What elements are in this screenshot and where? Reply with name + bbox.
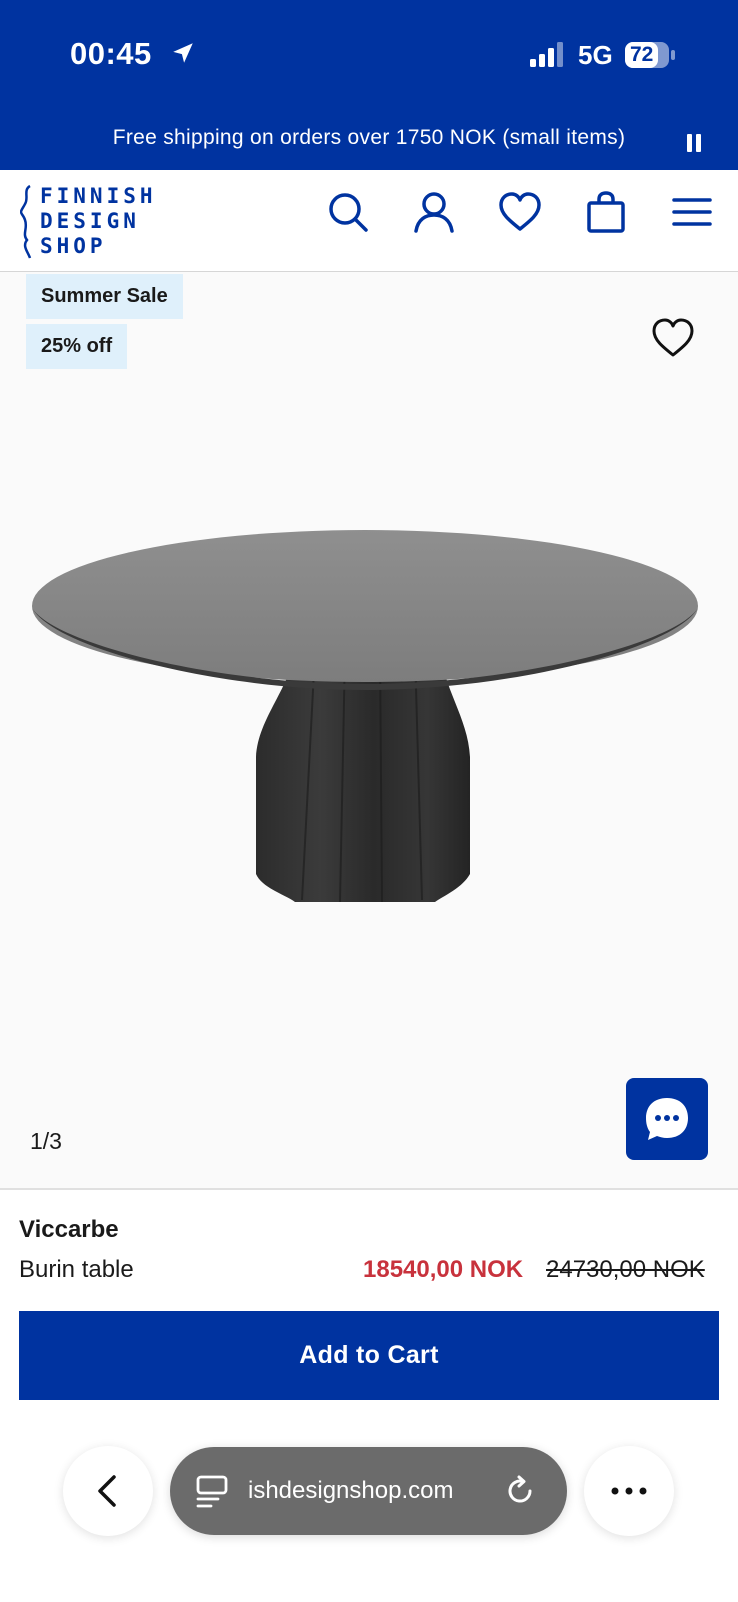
bag-icon[interactable] <box>584 190 628 234</box>
status-time: 00:45 <box>70 36 152 71</box>
back-button[interactable] <box>63 1446 153 1536</box>
product-image <box>32 530 698 903</box>
battery-level: 72 <box>630 43 654 66</box>
account-icon[interactable] <box>412 190 456 234</box>
product-info: Viccarbe Burin table 18540,00 NOK 24730,… <box>0 1188 738 1602</box>
top-bar: 00:45 5G 72 Free shipping on orders over… <box>0 0 738 170</box>
search-icon[interactable] <box>326 190 370 234</box>
network-type: 5G <box>578 40 613 70</box>
signal-icon <box>530 42 563 67</box>
summer-sale-badge: Summer Sale <box>26 274 183 319</box>
sale-price: 18540,00 NOK <box>363 1256 524 1283</box>
logo-line-2: DESIGN <box>40 209 140 233</box>
url-text: ishdesignshop.com <box>248 1477 454 1504</box>
promo-text: Free shipping on orders over 1750 NOK (s… <box>112 126 626 149</box>
tabs-icon[interactable] <box>196 1475 228 1509</box>
chevron-left-icon <box>98 1475 116 1507</box>
site-header: FINNISH DESIGN SHOP <box>0 170 738 273</box>
location-arrow-icon <box>173 43 193 63</box>
product-gallery[interactable]: Summer Sale 25% off 1/3 <box>0 272 738 1188</box>
ellipsis-icon <box>611 1487 647 1495</box>
wishlist-icon[interactable] <box>498 190 542 234</box>
pause-icon[interactable] <box>686 134 702 152</box>
promo-banner[interactable]: Free shipping on orders over 1750 NOK (s… <box>0 126 738 150</box>
original-price: 24730,00 NOK <box>546 1256 705 1283</box>
gallery-counter: 1/3 <box>30 1128 62 1154</box>
finnish-design-shop-logo[interactable]: FINNISH DESIGN SHOP <box>20 184 153 260</box>
product-brand[interactable]: Viccarbe <box>19 1216 119 1244</box>
menu-icon[interactable] <box>670 190 714 234</box>
logo-line-1: FINNISH <box>40 184 157 208</box>
chat-button[interactable] <box>626 1078 708 1160</box>
address-bar[interactable]: ishdesignshop.com <box>170 1447 567 1535</box>
product-name: Burin table <box>19 1256 134 1283</box>
chat-bubble-icon <box>646 1098 688 1140</box>
more-button[interactable] <box>584 1446 674 1536</box>
discount-badge: 25% off <box>26 324 128 369</box>
add-to-wishlist-icon[interactable] <box>651 317 695 359</box>
reload-icon[interactable] <box>502 1473 538 1509</box>
add-to-cart-button[interactable]: Add to Cart <box>19 1311 719 1400</box>
logo-line-3: SHOP <box>40 234 107 258</box>
battery-icon: 72 <box>624 41 676 69</box>
